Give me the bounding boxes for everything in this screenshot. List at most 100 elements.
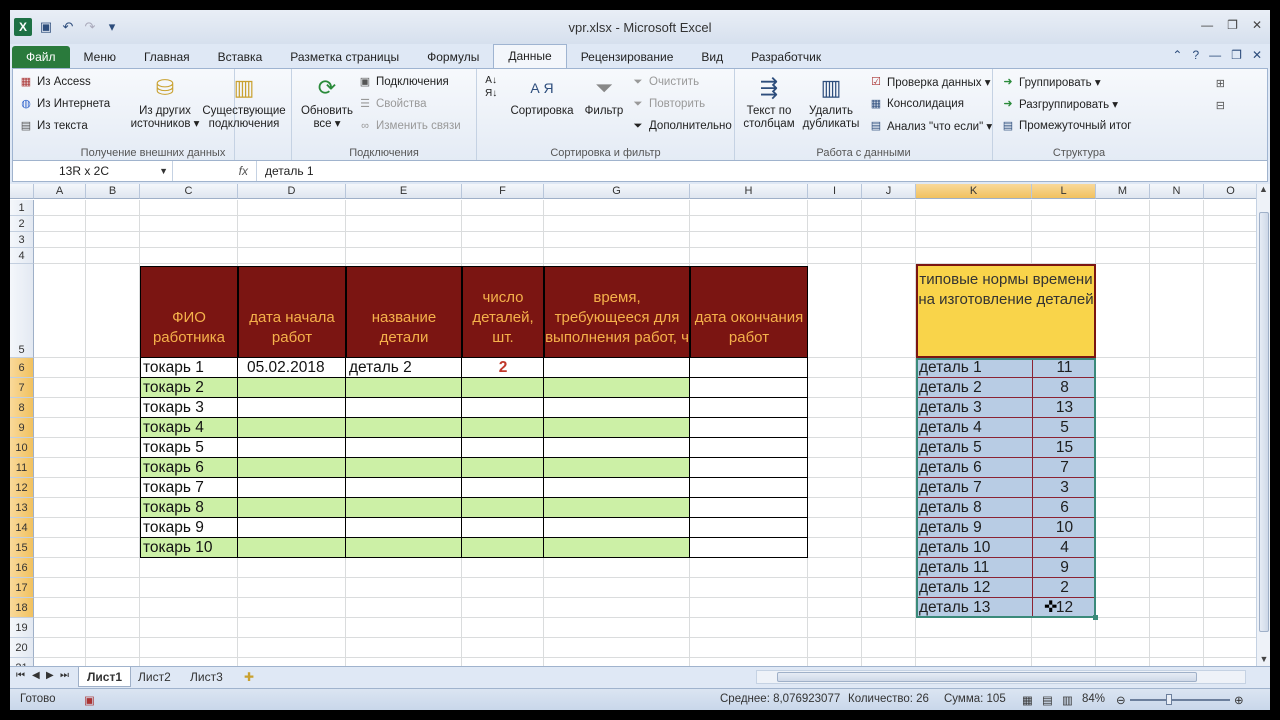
row-header[interactable]: 8 (10, 398, 34, 418)
close-icon[interactable]: ✕ (1252, 18, 1262, 32)
table-cell[interactable] (238, 518, 346, 538)
fill-handle[interactable] (1093, 615, 1098, 620)
norm-part-cell[interactable]: деталь 6 (916, 458, 1032, 478)
norm-hours-cell[interactable]: 15 (1032, 438, 1096, 458)
refresh-all-button[interactable]: ⟳ Обновить все ▾ (296, 73, 358, 131)
hide-detail-icon[interactable]: ⊟ (1216, 99, 1225, 112)
table-cell[interactable] (238, 478, 346, 498)
norm-hours-cell[interactable]: 8 (1032, 378, 1096, 398)
column-header[interactable]: L (1032, 184, 1096, 199)
horizontal-scroll-thumb[interactable] (777, 672, 1197, 682)
norm-hours-cell[interactable]: 12 (1032, 598, 1096, 618)
zoom-slider[interactable] (1130, 699, 1230, 701)
column-header[interactable]: C (140, 184, 238, 199)
restore-icon[interactable]: ❐ (1227, 18, 1238, 32)
tab-formulas[interactable]: Формулы (413, 46, 493, 68)
tab-review[interactable]: Рецензирование (567, 46, 688, 68)
worker-name-cell[interactable]: токарь 9 (140, 518, 238, 538)
norms-table-header[interactable]: типовые нормы времени на изготовление де… (916, 264, 1096, 358)
edit-links-button[interactable]: ∞ Изменить связи (358, 119, 461, 133)
norm-part-cell[interactable]: деталь 8 (916, 498, 1032, 518)
norm-part-cell[interactable]: деталь 4 (916, 418, 1032, 438)
table-cell[interactable] (238, 438, 346, 458)
row-header[interactable]: 9 (10, 418, 34, 438)
table-cell[interactable] (462, 398, 544, 418)
vertical-scroll-thumb[interactable] (1259, 212, 1269, 632)
table-cell[interactable] (690, 478, 808, 498)
norm-hours-cell[interactable]: 5 (1032, 418, 1096, 438)
column-header[interactable]: K (916, 184, 1032, 199)
row-header[interactable]: 15 (10, 538, 34, 558)
sort-az-button[interactable]: А↓ Я↓ (485, 75, 497, 99)
worker-name-cell[interactable]: токарь 10 (140, 538, 238, 558)
column-header[interactable]: G (544, 184, 690, 199)
column-header[interactable]: N (1150, 184, 1204, 199)
doc-close-icon[interactable]: ✕ (1252, 48, 1262, 62)
norms-table-row[interactable]: деталь 13 12 (916, 598, 1096, 618)
norms-table-row[interactable]: деталь 11 9 (916, 558, 1096, 578)
table-cell[interactable] (346, 458, 462, 478)
norms-table-row[interactable]: деталь 1 11 (916, 358, 1096, 378)
table-cell[interactable] (544, 518, 690, 538)
clear-filter-button[interactable]: ⏷ Очистить (631, 75, 699, 89)
table-cell[interactable] (238, 398, 346, 418)
row-header[interactable]: 14 (10, 518, 34, 538)
help-icon[interactable]: ? (1192, 48, 1199, 62)
remove-duplicates-button[interactable]: ▥ Удалить дубликаты (799, 73, 863, 131)
column-header[interactable]: H (690, 184, 808, 199)
text-to-columns-button[interactable]: ⇶ Текст по столбцам (739, 73, 799, 131)
normal-view-icon[interactable]: ▦ (1022, 693, 1033, 707)
worker-name-cell[interactable]: токарь 1 (140, 358, 238, 378)
norm-part-cell[interactable]: деталь 9 (916, 518, 1032, 538)
column-header[interactable]: A (34, 184, 86, 199)
worker-name-cell[interactable]: токарь 7 (140, 478, 238, 498)
row-header[interactable]: 12 (10, 478, 34, 498)
zoom-level[interactable]: 84% (1082, 693, 1105, 705)
first-sheet-icon[interactable]: ⏮ (16, 670, 25, 681)
table-cell[interactable] (238, 458, 346, 478)
norm-part-cell[interactable]: деталь 13 (916, 598, 1032, 618)
table-cell[interactable] (462, 478, 544, 498)
sort-button[interactable]: А Я Сортировка (507, 73, 577, 118)
show-detail-icon[interactable]: ⊞ (1216, 77, 1225, 90)
worker-name-cell[interactable]: токарь 8 (140, 498, 238, 518)
table-cell[interactable] (690, 518, 808, 538)
table-header-cell[interactable]: дата начала работ (238, 266, 346, 358)
from-other-sources-button[interactable]: ⛁ Из других источников ▾ (121, 73, 209, 131)
norm-hours-cell[interactable]: 3 (1032, 478, 1096, 498)
macro-record-icon[interactable]: ▣ (84, 693, 95, 707)
norm-hours-cell[interactable]: 7 (1032, 458, 1096, 478)
norm-hours-cell[interactable]: 9 (1032, 558, 1096, 578)
table-cell[interactable] (346, 438, 462, 458)
table-cell[interactable] (346, 378, 462, 398)
table-cell[interactable] (238, 418, 346, 438)
norm-hours-cell[interactable]: 11 (1032, 358, 1096, 378)
table-cell[interactable] (690, 498, 808, 518)
table-cell[interactable] (544, 358, 690, 378)
norms-table-row[interactable]: деталь 9 10 (916, 518, 1096, 538)
column-header[interactable]: D (238, 184, 346, 199)
table-cell[interactable] (690, 438, 808, 458)
ungroup-button[interactable]: ➜ Разгруппировать ▾ (1001, 97, 1118, 111)
advanced-filter-button[interactable]: ⏷ Дополнительно (631, 119, 732, 133)
sheet-tab-2[interactable]: Лист2 (130, 667, 179, 687)
norm-part-cell[interactable]: деталь 2 (916, 378, 1032, 398)
row-header[interactable]: 21 (10, 658, 34, 666)
norms-table-row[interactable]: деталь 45 (916, 418, 1096, 438)
row-header[interactable]: 16 (10, 558, 34, 578)
table-cell[interactable] (690, 358, 808, 378)
doc-minimize-icon[interactable]: — (1209, 48, 1221, 62)
vertical-scrollbar[interactable]: ▲ ▼ (1256, 184, 1270, 666)
table-header-cell[interactable]: время, требующееся для выполнения работ,… (544, 266, 690, 358)
page-break-view-icon[interactable]: ▥ (1062, 693, 1073, 707)
table-cell[interactable] (346, 478, 462, 498)
norm-part-cell[interactable]: деталь 12 (916, 578, 1032, 598)
column-header[interactable]: E (346, 184, 462, 199)
table-cell[interactable] (238, 378, 346, 398)
table-cell[interactable] (690, 418, 808, 438)
norm-hours-cell[interactable]: 4 (1032, 538, 1096, 558)
table-cell[interactable] (544, 398, 690, 418)
table-cell[interactable] (462, 518, 544, 538)
table-cell[interactable] (462, 418, 544, 438)
norm-hours-cell[interactable]: 6 (1032, 498, 1096, 518)
